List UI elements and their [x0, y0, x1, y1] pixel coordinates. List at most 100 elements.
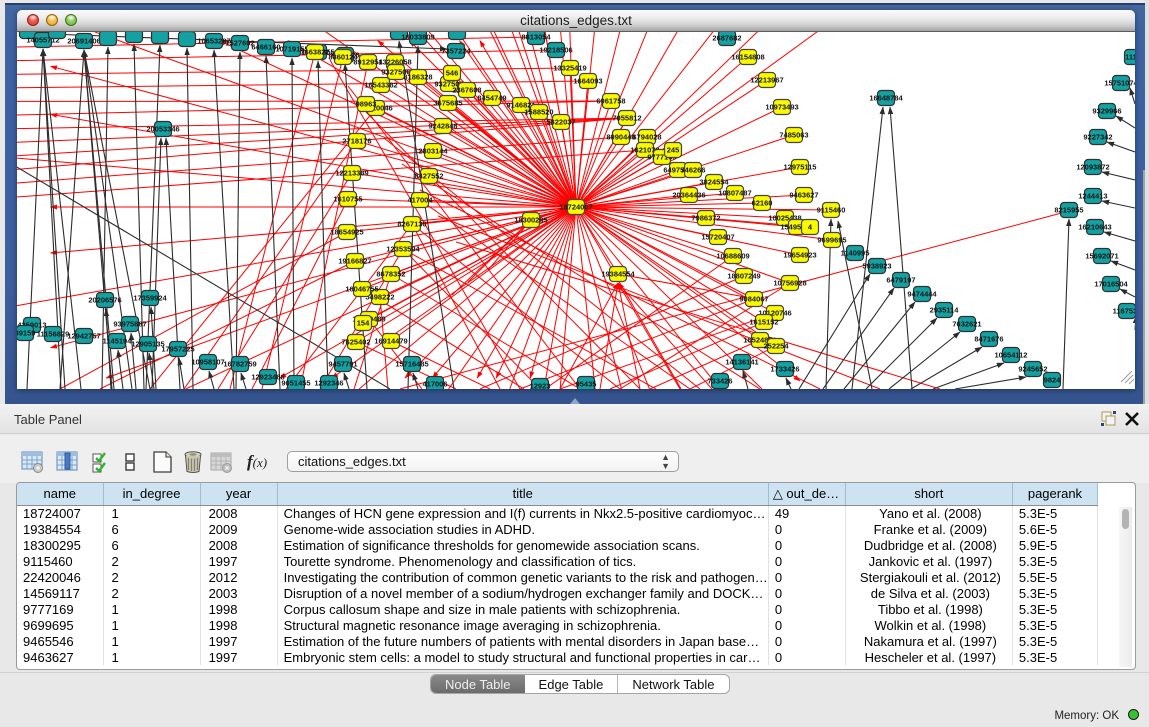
svg-text:8215955: 8215955	[1054, 206, 1083, 215]
svg-text:14136141: 14136141	[725, 358, 758, 367]
svg-text:1615152: 1615152	[749, 318, 778, 327]
svg-text:546: 546	[446, 69, 459, 78]
svg-text:8990448: 8990448	[606, 133, 635, 142]
svg-text:8813054: 8813054	[521, 33, 551, 42]
svg-text:10958107: 10958107	[191, 358, 224, 367]
svg-text:1527602: 1527602	[225, 39, 254, 48]
svg-text:9474444: 9474444	[907, 290, 937, 299]
svg-text:1610755: 1610755	[333, 195, 362, 204]
svg-text:1167533: 1167533	[1113, 307, 1135, 316]
svg-text:245: 245	[667, 146, 680, 155]
svg-text:10688609: 10688609	[716, 252, 749, 261]
svg-text:12905135: 12905135	[131, 340, 164, 349]
svg-text:16648784: 16648784	[869, 94, 903, 103]
svg-text:8186328: 8186328	[403, 73, 432, 82]
svg-text:154: 154	[357, 319, 370, 328]
svg-text:8454749: 8454749	[477, 94, 506, 103]
svg-text:12213967: 12213967	[750, 76, 783, 85]
svg-text:1140995: 1140995	[841, 249, 870, 258]
svg-text:16154808: 16154808	[731, 53, 764, 62]
svg-text:7357224: 7357224	[441, 47, 471, 56]
svg-text:12923: 12923	[530, 382, 551, 390]
svg-text:19654923: 19654923	[783, 251, 816, 260]
svg-text:7663822: 7663822	[300, 48, 329, 57]
svg-text:7955812: 7955812	[612, 114, 641, 123]
svg-text:19218506: 19218506	[539, 46, 572, 55]
svg-text:95435: 95435	[576, 380, 597, 389]
svg-text:18724007: 18724007	[559, 203, 592, 212]
svg-text:39159: 39159	[17, 329, 35, 338]
svg-text:252254: 252254	[763, 342, 789, 351]
svg-text:9824: 9824	[1044, 376, 1062, 385]
svg-text:7485063: 7485063	[779, 131, 808, 140]
svg-text:19166827: 19166827	[338, 257, 371, 266]
svg-text:20364436: 20364436	[672, 191, 705, 200]
svg-text:19384554: 19384554	[601, 270, 635, 279]
svg-text:8471676: 8471676	[974, 335, 1003, 344]
svg-text:15751074: 15751074	[1104, 79, 1135, 88]
svg-text:6961758: 6961758	[596, 97, 625, 106]
svg-text:2935114: 2935114	[930, 306, 960, 315]
svg-text:12353594: 12353594	[386, 245, 420, 254]
svg-text:8267130: 8267130	[397, 220, 426, 229]
svg-text:16543382: 16543382	[364, 81, 397, 90]
svg-text:5938923: 5938923	[862, 262, 891, 271]
svg-text:8427552: 8427552	[414, 172, 443, 181]
svg-text:2803144: 2803144	[418, 147, 448, 156]
svg-text:10756928: 10756928	[773, 279, 806, 288]
svg-text:7986372: 7986372	[691, 214, 720, 223]
svg-text:10807487: 10807487	[718, 189, 751, 198]
svg-text:8678352: 8678352	[376, 270, 405, 279]
svg-text:93975887: 93975887	[113, 320, 146, 329]
svg-text:9242848: 9242848	[428, 122, 457, 131]
svg-text:16914479: 16914479	[374, 337, 407, 346]
svg-text:12923468: 12923468	[251, 373, 284, 382]
svg-text:1292346: 1292346	[314, 379, 343, 388]
svg-text:62160: 62160	[752, 199, 773, 208]
svg-text:2687682: 2687682	[712, 34, 741, 43]
svg-text:746266: 746266	[680, 166, 705, 175]
svg-text:5822037: 5822037	[546, 118, 575, 127]
svg-text:16210643: 16210643	[1078, 223, 1111, 232]
svg-text:17957225: 17957225	[161, 345, 194, 354]
svg-text:10973493: 10973493	[765, 103, 798, 112]
svg-text:6794028: 6794028	[632, 133, 661, 142]
svg-text:7632621: 7632621	[952, 320, 981, 329]
svg-text:9699695: 9699695	[817, 236, 846, 245]
svg-text:1664093: 1664093	[573, 77, 602, 86]
svg-text:20053346: 20053346	[146, 125, 179, 134]
svg-text:9084067: 9084067	[739, 295, 768, 304]
svg-text:417006: 417006	[422, 380, 447, 389]
svg-text:15692071: 15692071	[1085, 252, 1118, 261]
svg-text:98963: 98963	[356, 100, 377, 109]
svg-text:17359924: 17359924	[133, 294, 167, 303]
svg-text:1733426: 1733426	[770, 365, 799, 374]
svg-text:12975115: 12975115	[784, 163, 817, 172]
svg-text:3675685: 3675685	[433, 99, 462, 108]
svg-text:9329966: 9329966	[1092, 107, 1121, 116]
svg-text:9245652: 9245652	[1018, 365, 1047, 374]
svg-text:3824554: 3824554	[699, 178, 729, 187]
svg-text:18654925: 18654925	[330, 228, 363, 237]
svg-text:15720407: 15720407	[701, 233, 734, 242]
svg-text:12942757: 12942757	[67, 332, 100, 341]
svg-text:9115460: 9115460	[817, 206, 846, 215]
svg-text:18807249: 18807249	[727, 272, 760, 281]
svg-text:15716485: 15716485	[395, 360, 428, 369]
svg-text:6479197: 6479197	[886, 276, 915, 285]
svg-text:2718176: 2718176	[342, 137, 371, 146]
svg-text:18300295: 18300295	[514, 216, 547, 225]
svg-text:20206576: 20206576	[88, 296, 121, 305]
svg-text:9051455: 9051455	[281, 379, 310, 388]
svg-text:17016504: 17016504	[1094, 280, 1128, 289]
svg-text:1588520: 1588520	[524, 108, 553, 117]
svg-text:12213389: 12213389	[335, 169, 368, 178]
svg-text:16046755: 16046755	[345, 285, 378, 294]
svg-text:9457791: 9457791	[328, 360, 357, 369]
svg-text:16033809: 16033809	[401, 33, 434, 42]
svg-text:1112: 1112	[1125, 53, 1135, 62]
svg-text:1145194: 1145194	[103, 337, 133, 346]
svg-text:9227342: 9227342	[1083, 133, 1112, 142]
svg-text:13325419: 13325419	[553, 64, 586, 73]
svg-text:1244413: 1244413	[1078, 192, 1107, 201]
